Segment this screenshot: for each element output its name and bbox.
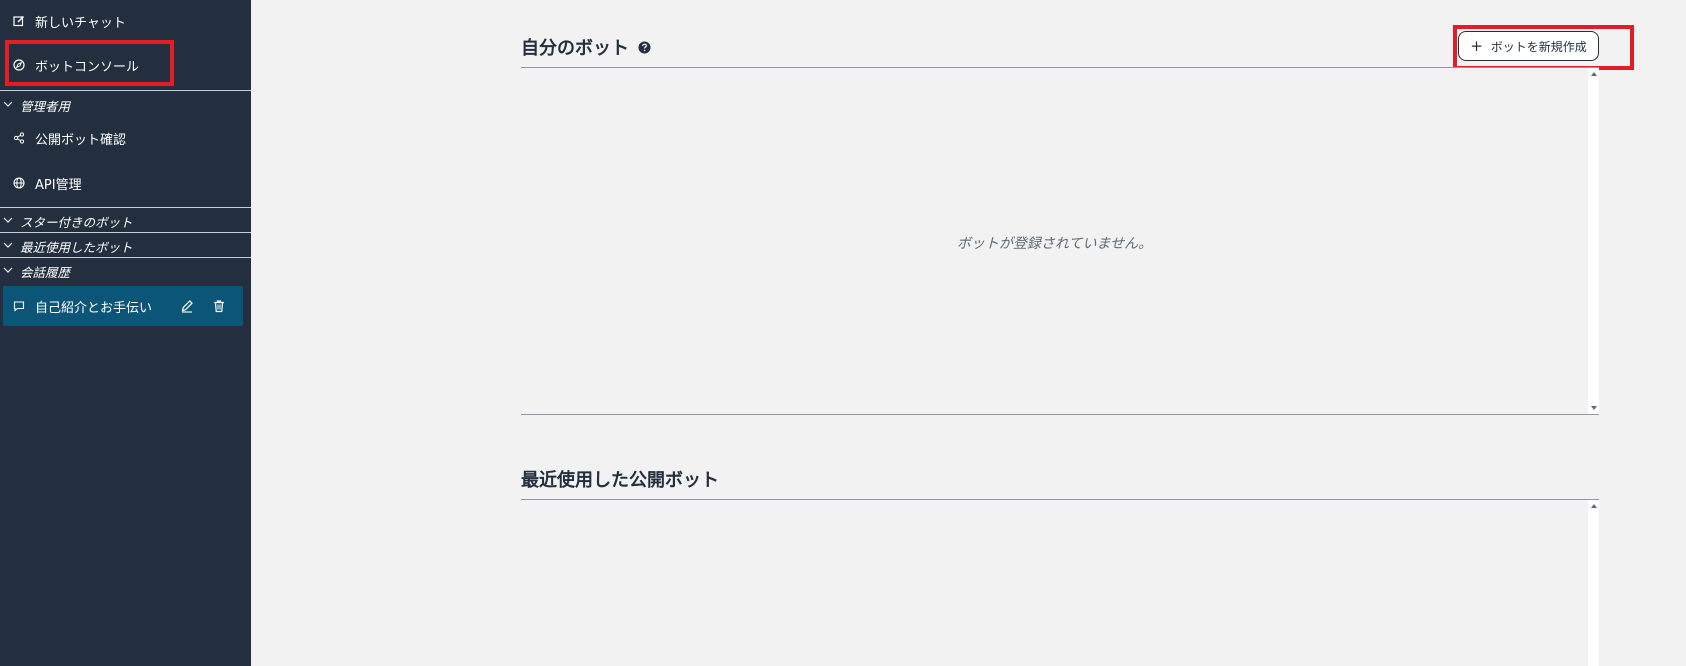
recent-public-bots-title: 最近使用した公開ボット — [521, 466, 719, 492]
section-label: 管理者用 — [20, 98, 71, 114]
edit-square-icon — [12, 14, 26, 28]
section-label: 最近使用したボット — [20, 239, 133, 255]
chat-item-label: 自己紹介とお手伝い — [35, 300, 153, 316]
section-starred-bots[interactable]: スター付きのボット — [0, 210, 251, 232]
section-label: 会話履歴 — [20, 264, 71, 280]
divider — [0, 90, 251, 91]
new-bot-button[interactable]: + ボットを新規作成 — [1458, 31, 1599, 61]
divider — [0, 257, 251, 258]
chevron-down-icon — [3, 240, 15, 252]
chevron-down-icon — [3, 265, 15, 277]
globe-icon — [12, 176, 26, 190]
sidebar-item-new-chat[interactable]: 新しいチャット — [0, 1, 251, 41]
share-icon — [12, 131, 26, 145]
chevron-down-icon — [3, 215, 15, 227]
sidebar-item-public-bot-review[interactable]: 公開ボット確認 — [0, 118, 251, 158]
pencil-icon[interactable] — [178, 297, 196, 315]
my-bots-list: ボットが登録されていません。 — [521, 68, 1599, 414]
sidebar-item-label: 新しいチャット — [35, 15, 126, 31]
chat-history-item[interactable]: 自己紹介とお手伝い — [3, 286, 243, 326]
new-bot-button-label: ボットを新規作成 — [1490, 39, 1587, 54]
scrollbar[interactable] — [1588, 500, 1599, 666]
chevron-down-icon — [3, 99, 15, 111]
scroll-up-arrow[interactable] — [1591, 504, 1597, 508]
sidebar-item-label: 公開ボット確認 — [35, 132, 127, 148]
chat-bubble-icon — [12, 299, 26, 313]
scroll-up-arrow[interactable] — [1591, 72, 1597, 76]
plus-icon: + — [1470, 36, 1483, 55]
divider — [0, 232, 251, 233]
sidebar: 新しいチャット ボットコンソール 管理者用 公開ボット確認 API管理 スター付… — [0, 0, 251, 666]
trash-icon[interactable] — [210, 297, 228, 315]
empty-message: ボットが登録されていません。 — [956, 236, 1153, 252]
section-recent-bots[interactable]: 最近使用したボット — [0, 235, 251, 257]
sidebar-item-label: API管理 — [35, 177, 82, 193]
recent-public-bots-list — [521, 500, 1599, 666]
divider — [521, 414, 1599, 415]
section-chat-history[interactable]: 会話履歴 — [0, 260, 251, 282]
help-circle-icon[interactable] — [638, 41, 651, 54]
sidebar-item-bot-console[interactable]: ボットコンソール — [0, 45, 251, 85]
divider — [0, 207, 251, 208]
sidebar-item-api-management[interactable]: API管理 — [0, 163, 251, 203]
scrollbar[interactable] — [1588, 68, 1599, 414]
section-admin[interactable]: 管理者用 — [0, 94, 251, 116]
scroll-down-arrow[interactable] — [1591, 406, 1597, 410]
compass-icon — [12, 58, 26, 72]
section-label: スター付きのボット — [20, 214, 133, 230]
my-bots-title: 自分のボット — [521, 34, 651, 60]
recent-public-bots-title-text: 最近使用した公開ボット — [521, 470, 719, 491]
my-bots-title-text: 自分のボット — [521, 38, 629, 59]
sidebar-item-label: ボットコンソール — [35, 59, 140, 75]
